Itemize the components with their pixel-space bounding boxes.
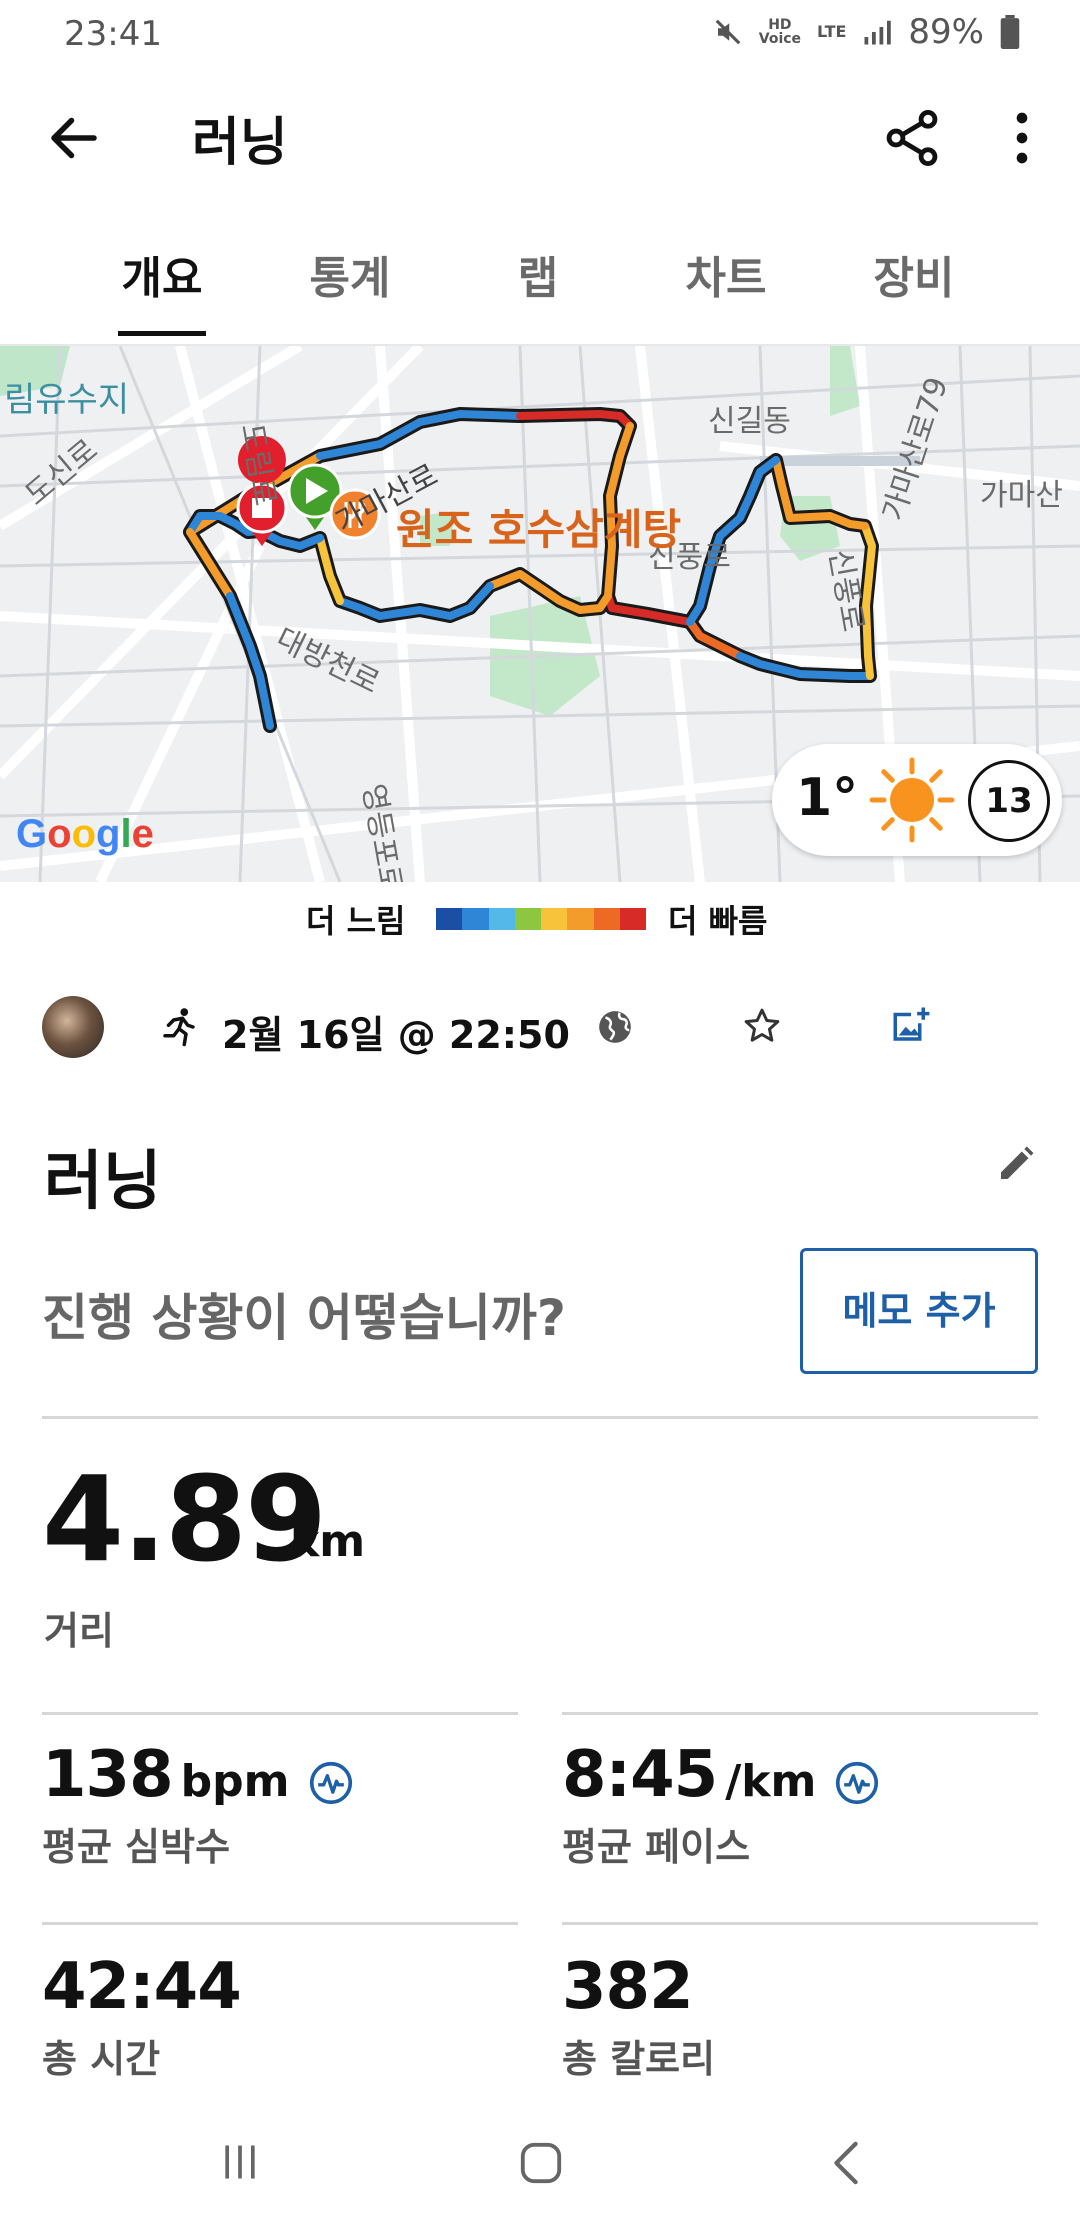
heart-rate-value: 138	[42, 1738, 174, 1812]
pace-legend: 더 느림 더 빠름	[0, 896, 1080, 944]
heart-rate-label: 평균 심박수	[42, 1825, 231, 1869]
pace-unit: /km	[725, 1756, 817, 1807]
distance-label: 거리	[44, 1609, 114, 1653]
legend-swatch	[514, 908, 541, 930]
legend-swatch	[462, 908, 489, 930]
stat-total-time[interactable]: 42:44 총 시간	[42, 1950, 242, 2083]
tab-overview[interactable]: 개요	[68, 232, 256, 342]
map-label-gamasan-right: 가마산	[980, 478, 1063, 513]
signal-icon	[864, 20, 892, 45]
mute-icon	[715, 19, 741, 45]
battery-icon	[1000, 15, 1020, 49]
map-poi-restaurant[interactable]: 원조 호수삼계탕	[396, 496, 681, 557]
map-label-singil-dong: 신길동	[708, 404, 791, 439]
app-bar: 러닝	[0, 80, 1080, 200]
stat-avg-pace[interactable]: 8:45/km 평균 페이스	[562, 1738, 879, 1871]
legend-slow-label: 더 느림	[306, 902, 406, 940]
wind-indicator: 13	[968, 760, 1050, 842]
recent-apps-icon[interactable]	[218, 2140, 262, 2184]
calories-value: 382	[562, 1950, 694, 2024]
stat-total-calories[interactable]: 382 총 칼로리	[562, 1950, 715, 2083]
route-map[interactable]: 림유수지 도신로 도림로 가마산로 신길동 가마산로79 가마산 신풍로 대방천…	[0, 346, 1080, 882]
legend-color-bar	[436, 908, 646, 930]
section-divider	[42, 1416, 1038, 1419]
add-photo-icon[interactable]	[890, 1004, 932, 1046]
stat-divider	[42, 1922, 518, 1925]
back-arrow-icon[interactable]	[44, 108, 104, 168]
hd-voice-indicator: HD Voice	[758, 17, 802, 47]
status-icons: HD Voice LTE 89%	[713, 12, 1020, 52]
nav-back-icon[interactable]	[826, 2140, 866, 2186]
edit-pencil-icon[interactable]	[996, 1144, 1036, 1184]
activity-date: 2월 16일 @ 22:50	[222, 1013, 570, 1057]
system-nav-bar	[0, 2110, 1080, 2220]
running-icon	[163, 1008, 195, 1047]
legend-swatch	[567, 908, 594, 930]
more-options-icon[interactable]	[990, 106, 1054, 170]
time-label: 총 시간	[42, 2037, 161, 2081]
weather-temperature: 1°	[796, 768, 859, 828]
map-label-reservoir: 림유수지	[4, 380, 130, 420]
tab-laps[interactable]: 랩	[444, 232, 632, 342]
time-value: 42:44	[42, 1950, 242, 2024]
stat-divider	[42, 1712, 518, 1715]
network-type: LTE	[817, 22, 847, 41]
status-bar: 23:41 HD Voice LTE 89%	[0, 0, 1080, 68]
legend-swatch	[541, 908, 568, 930]
pace-value: 8:45	[562, 1738, 718, 1812]
tab-stats[interactable]: 통계	[256, 232, 444, 342]
calories-label: 총 칼로리	[562, 2037, 716, 2081]
legend-swatch	[436, 908, 463, 930]
battery-percent: 89%	[908, 12, 984, 52]
pace-zone-icon[interactable]	[835, 1761, 879, 1805]
pace-label: 평균 페이스	[562, 1825, 751, 1869]
heart-rate-unit: bpm	[180, 1756, 290, 1807]
page-title: 러닝	[192, 113, 288, 173]
stat-divider	[562, 1712, 1038, 1715]
distance-unit: km	[290, 1516, 366, 1567]
tab-gear[interactable]: 장비	[820, 232, 1008, 342]
legend-swatch	[488, 908, 515, 930]
activity-meta-row: 2월 16일 @ 22:50	[0, 996, 1080, 1060]
legend-swatch	[593, 908, 620, 930]
add-memo-button[interactable]: 메모 추가	[800, 1248, 1038, 1374]
avatar[interactable]	[42, 996, 104, 1058]
activity-title: 러닝	[44, 1145, 162, 1219]
sun-icon	[869, 757, 955, 843]
home-icon[interactable]	[518, 2140, 564, 2186]
globe-icon[interactable]	[596, 1008, 634, 1046]
distance-value: 4.89	[42, 1450, 327, 1588]
stat-divider	[562, 1922, 1038, 1925]
star-icon[interactable]	[742, 1006, 782, 1046]
notes-prompt: 진행 상황이 어떻습니까?	[42, 1289, 566, 1347]
tab-bar: 개요 통계 랩 차트 장비	[0, 232, 1080, 342]
share-icon[interactable]	[880, 106, 944, 170]
heart-rate-zone-icon[interactable]	[309, 1761, 353, 1805]
google-logo: Google	[16, 812, 154, 856]
status-time: 23:41	[64, 14, 162, 54]
legend-fast-label: 더 빠름	[668, 902, 768, 940]
legend-swatch	[619, 908, 646, 930]
tab-charts[interactable]: 차트	[632, 232, 820, 342]
weather-widget[interactable]: 1° 13	[772, 744, 1062, 856]
stat-avg-heart-rate[interactable]: 138 bpm 평균 심박수	[42, 1738, 353, 1871]
wind-speed: 13	[985, 781, 1033, 821]
